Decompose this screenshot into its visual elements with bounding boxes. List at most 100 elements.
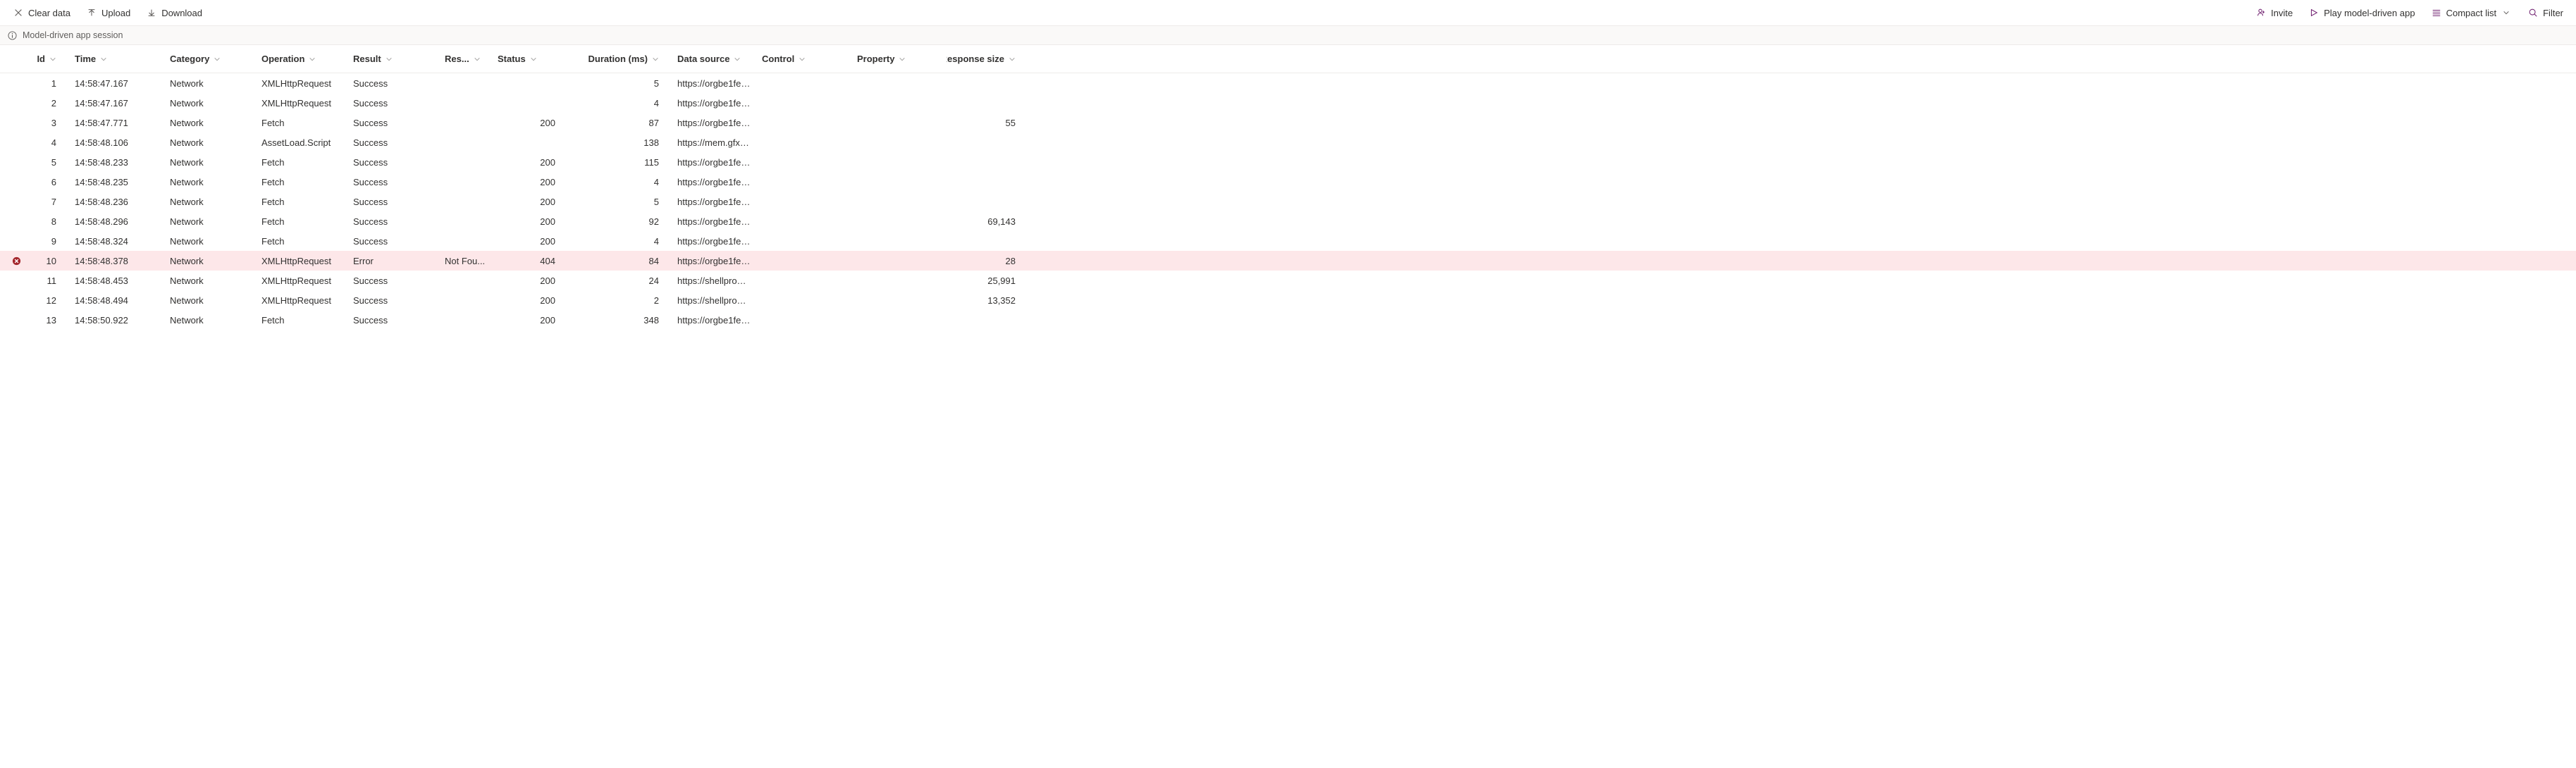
cell-duration: 84: [577, 256, 672, 266]
column-header-category[interactable]: Category: [164, 54, 256, 64]
upload-label: Upload: [101, 8, 130, 18]
column-header-label: Status: [498, 54, 526, 64]
table-row[interactable]: 414:58:48.106NetworkAssetLoad.ScriptSucc…: [0, 132, 2576, 152]
table-row[interactable]: 914:58:48.324NetworkFetchSuccess2004http…: [0, 231, 2576, 251]
play-label: Play model-driven app: [2324, 8, 2415, 18]
column-header-status[interactable]: Status: [492, 54, 577, 64]
chevron-down-icon: [309, 56, 316, 63]
table-row[interactable]: 614:58:48.235NetworkFetchSuccess2004http…: [0, 172, 2576, 192]
cell-time: 14:58:48.235: [69, 177, 164, 187]
cell-respsize: 25,991: [947, 275, 1031, 286]
cell-datasource: https://orgbe1fed...: [672, 236, 756, 247]
cell-category: Network: [164, 295, 256, 306]
column-header-time[interactable]: Time: [69, 54, 164, 64]
cell-result: Success: [347, 78, 439, 89]
cell-datasource: https://orgbe1fed...: [672, 256, 756, 266]
cell-operation: Fetch: [256, 118, 347, 128]
column-header-id[interactable]: Id: [27, 54, 69, 64]
cell-operation: Fetch: [256, 157, 347, 168]
play-button[interactable]: Play model-driven app: [2303, 4, 2420, 21]
cell-operation: Fetch: [256, 315, 347, 326]
chevron-down-icon: [214, 56, 221, 63]
table-row[interactable]: 314:58:47.771NetworkFetchSuccess20087htt…: [0, 113, 2576, 132]
cell-datasource: https://mem.gfx.m...: [672, 137, 756, 148]
info-icon: [7, 30, 17, 40]
cell-datasource: https://orgbe1fed...: [672, 118, 756, 128]
download-button[interactable]: Download: [140, 4, 208, 21]
cell-status: 200: [492, 315, 577, 326]
error-icon: [11, 256, 21, 266]
cell-id: 2: [27, 98, 69, 109]
table-row[interactable]: 714:58:48.236NetworkFetchSuccess2005http…: [0, 192, 2576, 211]
cell-operation: Fetch: [256, 177, 347, 187]
column-header-datasource[interactable]: Data source: [672, 54, 756, 64]
upload-button[interactable]: Upload: [80, 4, 136, 21]
chevron-down-icon: [530, 56, 537, 63]
cell-result: Success: [347, 137, 439, 148]
chevron-down-icon: [49, 56, 56, 63]
cell-duration: 115: [577, 157, 672, 168]
table-row[interactable]: 1314:58:50.922NetworkFetchSuccess200348h…: [0, 310, 2576, 330]
cell-time: 14:58:48.378: [69, 256, 164, 266]
chevron-down-icon: [899, 56, 906, 63]
column-header-control[interactable]: Control: [756, 54, 851, 64]
cell-datasource: https://orgbe1fed...: [672, 78, 756, 89]
table-row[interactable]: 1114:58:48.453NetworkXMLHttpRequestSucce…: [0, 271, 2576, 290]
cell-respsize: 13,352: [947, 295, 1031, 306]
chevron-down-icon: [1009, 56, 1016, 63]
column-header-duration[interactable]: Duration (ms): [577, 54, 672, 64]
view-dropdown[interactable]: Compact list: [2425, 4, 2518, 21]
invite-button[interactable]: Invite: [2250, 4, 2298, 21]
log-table: Id Time Category Operation Result Res...…: [0, 45, 2576, 330]
cell-id: 9: [27, 236, 69, 247]
table-row[interactable]: 114:58:47.167NetworkXMLHttpRequestSucces…: [0, 73, 2576, 93]
cell-time: 14:58:47.167: [69, 78, 164, 89]
cell-datasource: https://shellprod....: [672, 275, 756, 286]
cell-status: 200: [492, 157, 577, 168]
toolbar-left: Clear data Upload Download: [7, 4, 208, 21]
table-row[interactable]: 214:58:47.167NetworkXMLHttpRequestSucces…: [0, 93, 2576, 113]
chevron-down-icon: [799, 56, 806, 63]
cell-result: Success: [347, 275, 439, 286]
cell-id: 3: [27, 118, 69, 128]
cell-duration: 4: [577, 177, 672, 187]
filter-icon: [2527, 7, 2539, 18]
table-body: 114:58:47.167NetworkXMLHttpRequestSucces…: [0, 73, 2576, 330]
cell-duration: 5: [577, 78, 672, 89]
cell-status: 200: [492, 197, 577, 207]
cell-operation: Fetch: [256, 236, 347, 247]
column-header-property[interactable]: Property: [851, 54, 947, 64]
toolbar: Clear data Upload Download Invite Play: [0, 0, 2576, 25]
table-row[interactable]: 1214:58:48.494NetworkXMLHttpRequestSucce…: [0, 290, 2576, 310]
cell-time: 14:58:48.296: [69, 216, 164, 227]
table-row[interactable]: 1014:58:48.378NetworkXMLHttpRequestError…: [0, 251, 2576, 271]
table-row[interactable]: 814:58:48.296NetworkFetchSuccess20092htt…: [0, 211, 2576, 231]
cell-result: Success: [347, 236, 439, 247]
column-header-result[interactable]: Result: [347, 54, 439, 64]
cell-datasource: https://orgbe1fed...: [672, 216, 756, 227]
column-header-label: Category: [170, 54, 209, 64]
column-header-respsize[interactable]: Response size: [947, 54, 1031, 64]
table-header: Id Time Category Operation Result Res...…: [0, 45, 2576, 73]
cell-datasource: https://orgbe1fed...: [672, 98, 756, 109]
cell-category: Network: [164, 118, 256, 128]
cell-result: Success: [347, 216, 439, 227]
cell-datasource: https://orgbe1fed...: [672, 177, 756, 187]
clear-data-button[interactable]: Clear data: [7, 4, 76, 21]
cell-duration: 4: [577, 98, 672, 109]
cell-status: 200: [492, 177, 577, 187]
cell-status: 200: [492, 118, 577, 128]
column-header-respmsg[interactable]: Res...: [439, 54, 492, 64]
table-row[interactable]: 514:58:48.233NetworkFetchSuccess200115ht…: [0, 152, 2576, 172]
upload-icon: [86, 7, 97, 18]
column-header-operation[interactable]: Operation: [256, 54, 347, 64]
cell-respsize: 28: [947, 256, 1031, 266]
cell-duration: 24: [577, 275, 672, 286]
cell-duration: 92: [577, 216, 672, 227]
cell-status: 404: [492, 256, 577, 266]
column-header-label: Res...: [445, 54, 469, 64]
cell-category: Network: [164, 275, 256, 286]
download-icon: [146, 7, 157, 18]
filter-button[interactable]: Filter: [2522, 4, 2569, 21]
cell-time: 14:58:47.167: [69, 98, 164, 109]
